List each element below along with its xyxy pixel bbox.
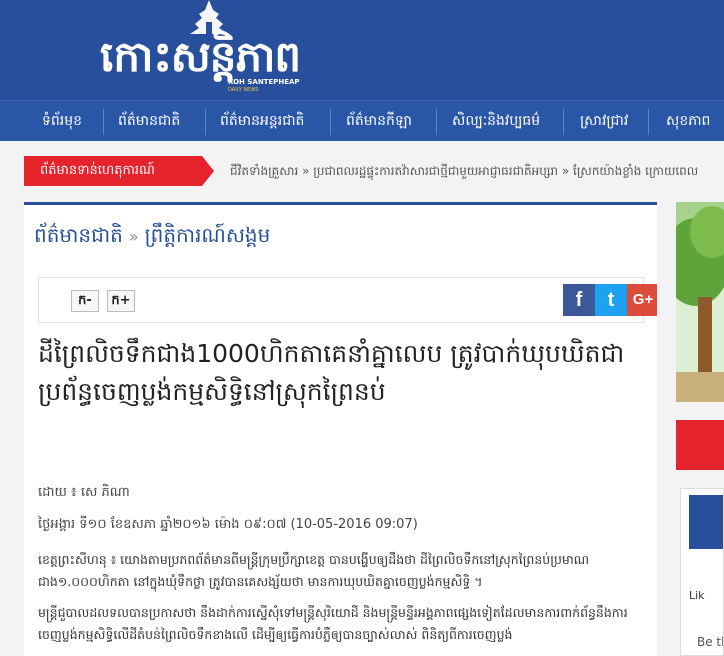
cartoon-tree-illustration: [676, 202, 724, 402]
nav-item-research[interactable]: ស្រាវជ្រាវ: [580, 101, 628, 141]
site-logo[interactable]: កោះសន្តិភាព KOH SANTEPHEAP DAILY NEWS: [100, 0, 330, 96]
nav-divider: [648, 109, 649, 135]
breaking-news-ticker: ព័ត៌មានទាន់ហេតុការណ៍ ជីវិតទាំងគ្រួសារ » …: [24, 156, 724, 186]
sidebar-ad-image[interactable]: [676, 202, 724, 402]
googleplus-share-button[interactable]: G+: [627, 284, 657, 316]
breaking-news-label: ព័ត៌មានទាន់ហេតុការណ៍: [24, 156, 202, 186]
article-panel: ព័ត៌មានជាតិ » ព្រឹត្តិការណ៍សង្គម ក- ក+ f t…: [24, 202, 657, 656]
nav-divider: [205, 109, 206, 135]
nav-item-sports-news[interactable]: ព័ត៌មានកីឡា: [346, 101, 412, 141]
article-byline: ដោយ ៖ សេ ភិណា: [38, 485, 130, 500]
widget-caption: Be th: [697, 635, 723, 649]
nav-item-international-news[interactable]: ព័ត៌មានអន្តរជាតិ: [220, 101, 304, 141]
nav-divider: [436, 109, 437, 135]
sidebar-red-banner[interactable]: [676, 420, 724, 470]
nav-item-home[interactable]: ទំព័រមុខ: [42, 101, 82, 141]
nav-divider: [563, 109, 564, 135]
logo-tagline: DAILY NEWS: [228, 87, 259, 93]
googleplus-icon: G+: [632, 291, 654, 308]
facebook-like-button[interactable]: Lik: [689, 589, 705, 602]
article-paragraph: មន្ត្រីជួបាលដលទលបានប្រកាសថា នឹងដាក់ការស្…: [38, 605, 628, 642]
main-nav: ទំព័រមុខ ព័ត៌មានជាតិ ព័ត៌មានអន្តរជាតិ ព័…: [0, 100, 724, 141]
nav-item-national-news[interactable]: ព័ត៌មានជាតិ: [118, 101, 180, 141]
article-title: ដីព្រៃលិចទឹកជាង1000ហិកតាគេនាំគ្នាលេប ត្រ…: [38, 339, 625, 406]
page-logo-thumbnail[interactable]: [689, 495, 723, 549]
article-toolbar: ក- ក+ f t G+: [38, 277, 657, 323]
twitter-icon: t: [607, 289, 615, 311]
nav-divider: [103, 109, 104, 135]
logo-subtitle: KOH SANTEPHEAP: [228, 78, 300, 86]
font-decrease-button[interactable]: ក-: [71, 290, 99, 312]
twitter-share-button[interactable]: t: [595, 284, 627, 316]
article-date: ថ្ងៃអង្គារ ទី១០ ខែឧសភា ឆ្នាំ២០១៦ ម៉ោង ០៩…: [38, 517, 418, 532]
nav-item-arts-culture[interactable]: សិល្បៈនិងវប្បធម៌: [452, 101, 540, 141]
breadcrumb-subsection[interactable]: ព្រឹត្តិការណ៍សង្គម: [145, 223, 271, 247]
ticker-headlines[interactable]: ជីវិតទាំងគ្រួសារ » ប្រជាពលរដ្ឋផ្ទុះការតវ…: [230, 156, 698, 186]
breadcrumb-separator: »: [128, 227, 139, 246]
ticker-arrow-icon: [202, 156, 214, 186]
font-increase-button[interactable]: ក+: [107, 290, 135, 312]
breadcrumb: ព័ត៌មានជាតិ » ព្រឹត្តិការណ៍សង្គម: [34, 215, 270, 255]
breadcrumb-section[interactable]: ព័ត៌មានជាតិ: [34, 223, 123, 247]
facebook-page-widget: Lik Be th: [680, 488, 724, 656]
facebook-icon: f: [575, 289, 583, 311]
site-header: កោះសន្តិភាព KOH SANTEPHEAP DAILY NEWS: [0, 0, 724, 100]
article-paragraph: ខេត្តព្រះសីហនុ ៖ យោងតាមប្រភពព័ត៌មានពីមន្…: [38, 552, 590, 589]
facebook-share-button[interactable]: f: [563, 284, 595, 316]
nav-divider: [330, 109, 331, 135]
nav-item-health[interactable]: សុខភាព: [666, 101, 710, 141]
